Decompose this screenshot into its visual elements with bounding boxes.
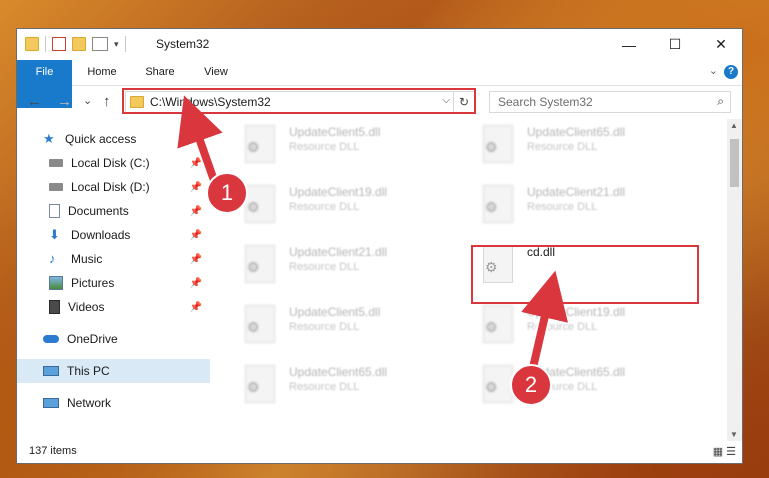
- annotation-arrows: [177, 95, 568, 374]
- arrow-1: [177, 95, 223, 188]
- callout-badge-2: 2: [510, 364, 552, 406]
- callout-badge-1: 1: [206, 172, 248, 214]
- arrow-2: [521, 270, 568, 373]
